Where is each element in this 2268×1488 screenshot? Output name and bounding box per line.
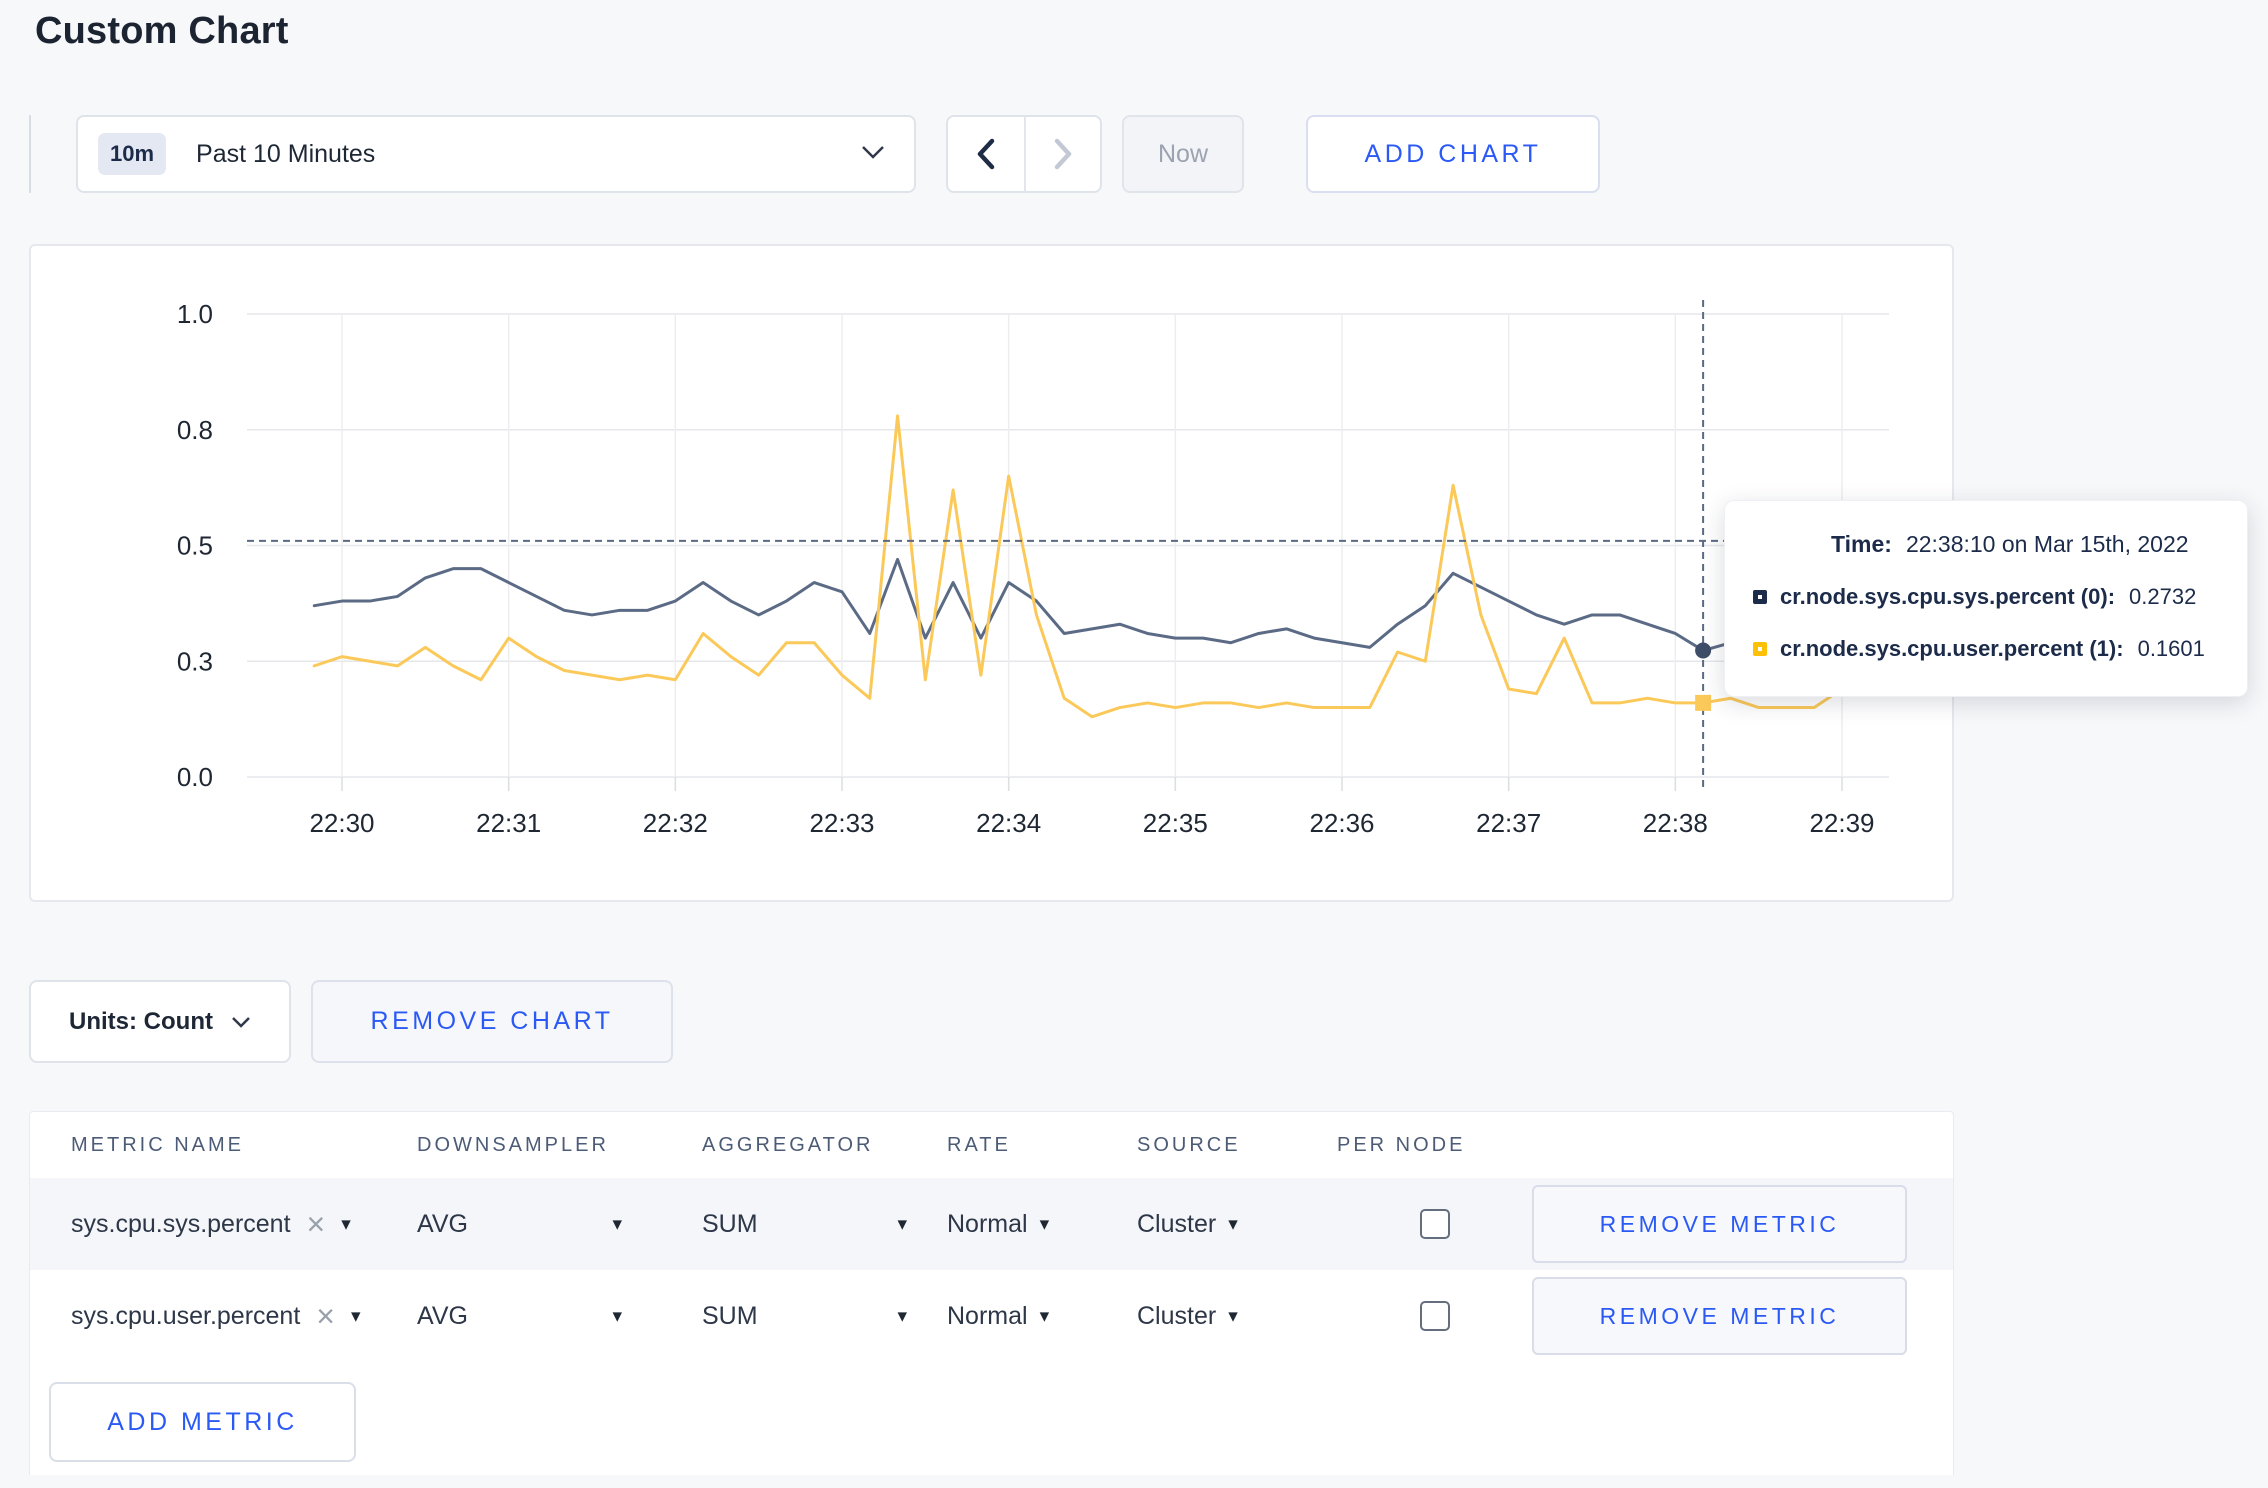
chart-tooltip: Time: 22:38:10 on Mar 15th, 2022 cr.node.… (1724, 500, 2248, 697)
time-range-dropdown[interactable]: 10m Past 10 Minutes (76, 115, 916, 193)
remove-chart-label: REMOVE CHART (370, 1007, 614, 1035)
tooltip-time-label: Time: (1831, 531, 1892, 557)
units-dropdown[interactable]: Units: Count (29, 980, 291, 1063)
caret-down-icon: ▾ (897, 1213, 907, 1235)
tooltip-series-value: 0.1601 (2137, 636, 2205, 661)
svg-text:22:30: 22:30 (309, 808, 374, 838)
caret-down-icon: ▾ (1228, 1213, 1238, 1235)
tooltip-series-label: cr.node.sys.cpu.user.percent (1): (1780, 636, 2124, 661)
caret-down-icon: ▾ (350, 1305, 361, 1327)
col-header-metric-name: METRIC NAME (71, 1133, 244, 1156)
chart-panel: 0.0 0.3 0.5 0.8 1.0 22:30 22:31 22:32 22:33 22:34… (29, 244, 2248, 904)
svg-text:0.8: 0.8 (177, 415, 213, 445)
metric-name-value: sys.cpu.user.percent (71, 1301, 301, 1330)
svg-text:22:31: 22:31 (476, 808, 541, 838)
svg-text:0.3: 0.3 (177, 646, 213, 676)
sys-series-swatch-icon (1753, 590, 1767, 604)
add-chart-label: ADD CHART (1364, 139, 1542, 168)
chevron-down-icon (231, 1008, 251, 1036)
col-header-per-node: PER NODE (1337, 1133, 1466, 1156)
source-dropdown[interactable]: Cluster ▾ (1137, 1210, 1337, 1239)
metric-row: sys.cpu.user.percent × ▾ AVG ▾ SUM ▾ Nor… (30, 1270, 1953, 1362)
downsampler-dropdown[interactable]: AVG ▾ (417, 1210, 622, 1239)
per-node-checkbox[interactable] (1419, 1209, 1450, 1239)
tooltip-series-row: cr.node.sys.cpu.sys.percent (0): 0.2732 (1753, 584, 2217, 610)
metric-row: sys.cpu.sys.percent × ▾ AVG ▾ SUM ▾ Norm… (30, 1178, 1953, 1270)
metric-name-dropdown[interactable]: sys.cpu.user.percent × ▾ (30, 1300, 417, 1332)
downsampler-dropdown[interactable]: AVG ▾ (417, 1302, 622, 1331)
metrics-table: METRIC NAME DOWNSAMPLER AGGREGATOR RATE … (29, 1111, 1954, 1475)
add-metric-label: ADD METRIC (107, 1407, 298, 1436)
controls-left-divider (29, 115, 31, 193)
remove-chart-button[interactable]: REMOVE CHART (311, 980, 673, 1063)
now-button-label: Now (1157, 139, 1208, 168)
downsampler-value: AVG (417, 1301, 468, 1330)
tooltip-time-row: Time: 22:38:10 on Mar 15th, 2022 (1831, 531, 2217, 558)
svg-text:22:39: 22:39 (1809, 808, 1874, 838)
tooltip-series-value: 0.2732 (2129, 584, 2197, 609)
remove-metric-button[interactable]: REMOVE METRIC (1532, 1185, 1907, 1263)
metric-name-value: sys.cpu.sys.percent (71, 1209, 291, 1238)
remove-metric-button[interactable]: REMOVE METRIC (1532, 1277, 1907, 1355)
caret-down-icon: ▾ (1039, 1213, 1050, 1235)
rate-value: Normal (947, 1209, 1028, 1238)
caret-down-icon: ▾ (1039, 1305, 1050, 1327)
time-range-label: Past 10 Minutes (196, 139, 376, 168)
time-controls: 10m Past 10 Minutes Now ADD CHART (29, 115, 2268, 193)
time-nav-group (946, 115, 1102, 193)
rate-dropdown[interactable]: Normal ▾ (947, 1302, 1137, 1331)
chart-actions-row: Units: Count REMOVE CHART (29, 980, 2268, 1063)
caret-down-icon: ▾ (341, 1213, 351, 1235)
remove-metric-label: REMOVE METRIC (1599, 1302, 1840, 1329)
metric-name-dropdown[interactable]: sys.cpu.sys.percent × ▾ (30, 1208, 417, 1240)
aggregator-value: SUM (702, 1209, 758, 1238)
aggregator-value: SUM (702, 1301, 758, 1330)
caret-down-icon: ▾ (612, 1305, 622, 1327)
svg-text:22:34: 22:34 (976, 808, 1041, 838)
caret-down-icon: ▾ (897, 1305, 907, 1327)
rate-value: Normal (947, 1301, 1028, 1330)
svg-text:22:37: 22:37 (1476, 808, 1541, 838)
time-range-badge: 10m (98, 133, 167, 175)
tooltip-series-row: cr.node.sys.cpu.user.percent (1): 0.1601 (1753, 636, 2217, 662)
add-chart-button[interactable]: ADD CHART (1306, 115, 1600, 193)
per-node-checkbox[interactable] (1419, 1301, 1450, 1331)
svg-text:22:33: 22:33 (809, 808, 874, 838)
units-label: Units: Count (69, 1007, 213, 1035)
source-value: Cluster (1137, 1301, 1217, 1330)
add-metric-button[interactable]: ADD METRIC (49, 1382, 356, 1462)
aggregator-dropdown[interactable]: SUM ▾ (702, 1302, 907, 1331)
user-series-swatch-icon (1753, 642, 1767, 656)
now-button[interactable]: Now (1122, 115, 1244, 193)
caret-down-icon: ▾ (1228, 1305, 1238, 1327)
prev-range-button[interactable] (948, 117, 1024, 191)
downsampler-value: AVG (417, 1209, 468, 1238)
page-title: Custom Chart (35, 10, 289, 52)
svg-text:0.5: 0.5 (177, 531, 213, 561)
source-dropdown[interactable]: Cluster ▾ (1137, 1302, 1337, 1331)
aggregator-dropdown[interactable]: SUM ▾ (702, 1210, 907, 1239)
svg-text:22:38: 22:38 (1643, 808, 1708, 838)
source-value: Cluster (1137, 1209, 1217, 1238)
svg-text:22:36: 22:36 (1309, 808, 1374, 838)
chevron-down-icon (860, 143, 886, 166)
svg-text:22:32: 22:32 (643, 808, 708, 838)
next-range-button[interactable] (1024, 117, 1100, 191)
rate-dropdown[interactable]: Normal ▾ (947, 1210, 1137, 1239)
col-header-downsampler: DOWNSAMPLER (417, 1133, 609, 1156)
clear-metric-icon[interactable]: × (316, 1300, 335, 1332)
col-header-rate: RATE (947, 1133, 1011, 1156)
chart-svg[interactable]: 0.0 0.3 0.5 0.8 1.0 22:30 22:31 22:32 22:33 22:34… (31, 246, 1956, 904)
remove-metric-label: REMOVE METRIC (1599, 1210, 1840, 1237)
col-header-aggregator: AGGREGATOR (702, 1133, 874, 1156)
metrics-table-header: METRIC NAME DOWNSAMPLER AGGREGATOR RATE … (30, 1112, 1953, 1178)
svg-text:22:35: 22:35 (1143, 808, 1208, 838)
svg-text:0.0: 0.0 (177, 762, 213, 792)
tooltip-series-label: cr.node.sys.cpu.sys.percent (0): (1780, 584, 2116, 609)
tooltip-time-value: 22:38:10 on Mar 15th, 2022 (1905, 531, 2189, 557)
col-header-source: SOURCE (1137, 1133, 1241, 1156)
caret-down-icon: ▾ (612, 1213, 622, 1235)
clear-metric-icon[interactable]: × (307, 1208, 326, 1240)
svg-text:1.0: 1.0 (177, 299, 213, 329)
